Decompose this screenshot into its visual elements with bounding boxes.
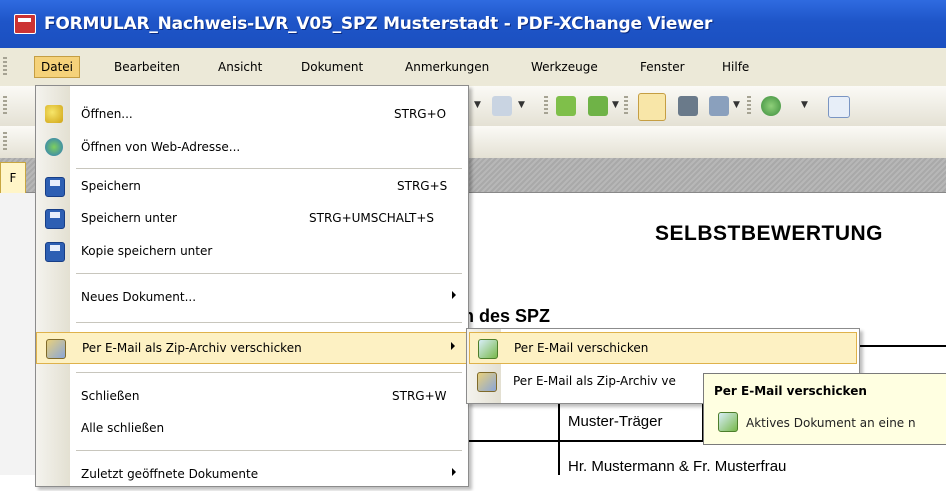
menu-item-shortcut: STRG+UMSCHALT+S [309, 211, 435, 225]
title-bar: FORMULAR_Nachweis-LVR_V05_SPZ Musterstad… [0, 0, 946, 48]
chevron-down-icon[interactable]: ▼ [474, 100, 481, 110]
menu-hilfe[interactable]: Hilfe [722, 57, 749, 77]
menu-item-label: Kopie speichern unter [81, 244, 213, 258]
menu-ansicht[interactable]: Ansicht [218, 57, 262, 77]
menu-item-open[interactable]: Öffnen... STRG+O [36, 99, 468, 131]
menu-dokument[interactable]: Dokument [301, 57, 363, 77]
menu-item-label: Öffnen von Web-Adresse... [81, 140, 241, 154]
table-cell-leitung: Hr. Mustermann & Fr. Musterfrau [568, 458, 787, 475]
menu-anmerkungen[interactable]: Anmerkungen [405, 57, 489, 77]
menu-item-close[interactable]: Schließen STRG+W [36, 381, 468, 413]
menu-item-label: Alle schließen [81, 421, 165, 435]
rotate-right-icon[interactable] [588, 96, 608, 116]
zip-mail-icon [46, 339, 66, 359]
document-gutter [0, 193, 36, 475]
actual-size-icon[interactable] [828, 96, 850, 118]
menu-fenster[interactable]: Fenster [640, 57, 685, 77]
hand-tool-icon[interactable] [638, 93, 666, 121]
menu-item-save-copy[interactable]: Kopie speichern unter [36, 236, 468, 268]
toolbar-grip[interactable] [3, 96, 7, 116]
menu-item-label: Speichern unter [81, 211, 177, 225]
zip-mail-icon [477, 372, 497, 392]
document-title: SELBSTBEWERTUNG [655, 222, 883, 245]
menu-item-new-document[interactable]: Neues Dokument... [36, 282, 468, 314]
menu-item-recent-documents[interactable]: Zuletzt geöffnete Dokumente [36, 459, 468, 491]
chevron-down-icon[interactable]: ▼ [801, 100, 808, 110]
rotate-left-icon[interactable] [556, 96, 576, 116]
menu-separator [76, 450, 462, 451]
menu-item-label: Neues Dokument... [81, 290, 197, 304]
table-border [465, 440, 558, 442]
menu-item-label: Speichern [81, 179, 141, 193]
select-text-icon[interactable] [709, 96, 729, 116]
document-heading: n des SPZ [463, 306, 551, 326]
toolbar-grip[interactable] [624, 96, 628, 116]
open-folder-icon [45, 105, 63, 123]
menu-bearbeiten[interactable]: Bearbeiten [114, 57, 180, 77]
menu-separator [76, 372, 462, 373]
menu-item-label: Öffnen... [81, 107, 133, 121]
save-as-icon [45, 209, 65, 229]
tooltip-title: Per E-Mail verschicken [714, 384, 867, 398]
toolbar-grip[interactable] [544, 96, 548, 116]
menu-item-label: Per E-Mail verschicken [514, 341, 649, 355]
menu-item-close-all[interactable]: Alle schließen [36, 413, 468, 445]
email-icon [478, 339, 498, 359]
menu-item-shortcut: STRG+O [394, 107, 447, 121]
menu-item-label: Per E-Mail als Zip-Archiv ve [513, 374, 676, 388]
menu-werkzeuge[interactable]: Werkzeuge [531, 57, 598, 77]
email-icon [718, 412, 738, 432]
menu-bar: Datei Bearbeiten Ansicht Dokument Anmerk… [0, 48, 946, 87]
snapshot-icon[interactable] [678, 96, 698, 116]
chevron-down-icon[interactable]: ▼ [612, 100, 619, 110]
globe-icon [45, 138, 63, 156]
menu-datei[interactable]: Datei [34, 56, 81, 78]
tooltip: Per E-Mail verschicken Aktives Dokument … [703, 373, 946, 445]
zoom-in-icon[interactable] [761, 96, 781, 116]
submenu-arrow-icon [451, 342, 455, 350]
save-copy-icon [45, 242, 65, 262]
menu-item-save[interactable]: Speichern STRG+S [36, 171, 468, 203]
menu-separator [76, 168, 462, 169]
menubar-grip[interactable] [3, 57, 7, 77]
menu-item-shortcut: STRG+S [397, 179, 448, 193]
menu-separator [76, 322, 462, 323]
save-disk-icon [45, 177, 65, 197]
menu-item-shortcut: STRG+W [392, 389, 447, 403]
app-icon [14, 14, 36, 34]
redo-icon[interactable] [492, 96, 512, 116]
menu-item-label: Per E-Mail als Zip-Archiv verschicken [82, 341, 302, 355]
submenu-arrow-icon [452, 291, 456, 299]
chevron-down-icon[interactable]: ▼ [733, 100, 740, 110]
submenu-item-send-email[interactable]: Per E-Mail verschicken [469, 332, 857, 364]
toolbar-grip[interactable] [3, 132, 7, 152]
chevron-down-icon[interactable]: ▼ [518, 100, 525, 110]
menu-item-open-web[interactable]: Öffnen von Web-Adresse... [36, 132, 468, 164]
document-tab[interactable]: F [0, 162, 26, 193]
menu-separator [76, 273, 462, 274]
window-title: FORMULAR_Nachweis-LVR_V05_SPZ Musterstad… [44, 14, 713, 34]
menu-item-email-zip[interactable]: Per E-Mail als Zip-Archiv verschicken [36, 332, 468, 364]
file-menu: Öffnen... STRG+O Öffnen von Web-Adresse.… [35, 85, 469, 487]
tooltip-description: Aktives Dokument an eine n [746, 416, 916, 430]
toolbar-grip[interactable] [747, 96, 751, 116]
menu-item-label: Zuletzt geöffnete Dokumente [81, 467, 259, 481]
table-cell-traeger: Muster-Träger [568, 413, 663, 430]
menu-item-label: Schließen [81, 389, 140, 403]
menu-item-save-as[interactable]: Speichern unter STRG+UMSCHALT+S [36, 203, 468, 235]
